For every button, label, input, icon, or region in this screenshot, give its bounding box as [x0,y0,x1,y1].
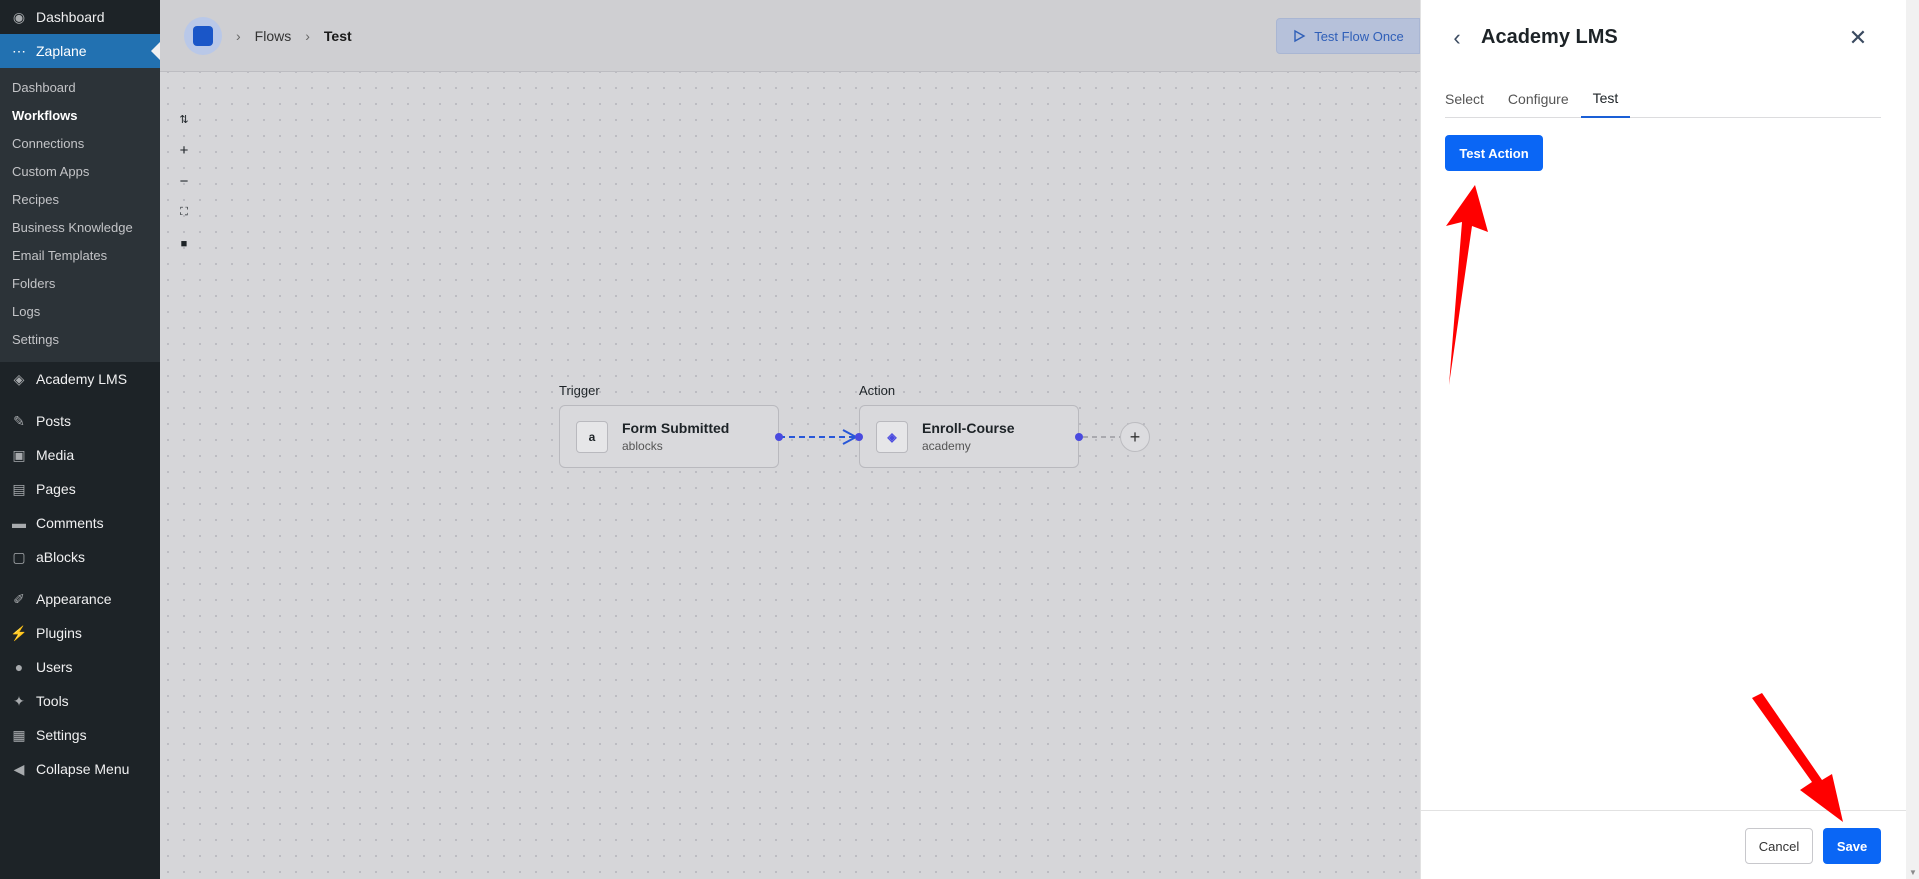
flow-topbar: › Flows › Test Test Flow Once [160,0,1420,72]
wrench-icon: ✦ [13,692,25,709]
trigger-node-title: Form Submitted [622,420,730,436]
test-flow-once-label: Test Flow Once [1314,28,1404,44]
submenu-connections[interactable]: Connections [0,130,160,158]
menu-zaplane[interactable]: ⋯ Zaplane [0,34,160,68]
submenu-recipes[interactable]: Recipes [0,186,160,214]
edge-layer [775,429,1120,445]
menu-plugins[interactable]: ⚡ Plugins [0,616,160,650]
app-logo[interactable] [184,16,222,55]
test-action-button[interactable]: Test Action [1445,135,1543,171]
trigger-label: Trigger [559,383,600,398]
menu-appearance[interactable]: ✐ Appearance [0,582,160,616]
chevron-right-icon: › [305,27,310,44]
tab-test[interactable]: Test [1580,80,1631,118]
submenu-email-templates[interactable]: Email Templates [0,242,160,270]
menu-label: Plugins [36,625,82,641]
menu-label: Academy LMS [36,371,128,387]
action-panel: ‹ Academy LMS ✕ Select Configure Test Te… [1420,0,1906,879]
ablocks-icon: a [576,420,608,453]
menu-label: Collapse Menu [36,761,130,777]
panel-footer: Cancel Save [1421,810,1906,879]
breadcrumb-current: Test [323,27,352,44]
menu-collapse[interactable]: ◀ Collapse Menu [0,752,160,786]
submenu-workflows[interactable]: Workflows [0,102,160,130]
menu-comments[interactable]: ▬ Comments [0,506,160,540]
lock-icon[interactable]: ■ [172,228,196,259]
dashboard-icon: ◉ [12,8,26,25]
academy-icon: ◈ [876,420,908,453]
trigger-node[interactable]: a Form Submitted ablocks [559,405,779,468]
chevron-right-icon: › [236,27,241,44]
canvas-toolbar: ⇅ + − ⛶ ■ [172,104,196,259]
menu-settings[interactable]: ▦ Settings [0,718,160,752]
menu-label: Pages [36,481,76,497]
save-button[interactable]: Save [1823,828,1881,864]
ablocks-icon: ▢ [12,548,26,565]
media-icon: ▣ [12,446,26,463]
action-node-title: Enroll-Course [922,420,1015,436]
submenu-logs[interactable]: Logs [0,298,160,326]
action-node-subtitle: academy [922,439,971,453]
logo-mark-icon [193,25,213,46]
admin-sidebar: ◉ Dashboard ⋯ Zaplane Dashboard Workflow… [0,0,160,879]
arrange-icon[interactable]: ⇅ [172,104,196,135]
academy-icon: ◈ [13,370,25,387]
zoom-in-icon[interactable]: + [172,135,196,166]
pin-icon: ✎ [13,412,25,429]
add-step-button[interactable]: + [1120,422,1150,452]
action-label: Action [859,383,896,398]
cancel-button[interactable]: Cancel [1745,828,1813,864]
menu-academy-lms[interactable]: ◈ Academy LMS [0,362,160,396]
test-flow-once-button[interactable]: Test Flow Once [1276,18,1420,54]
menu-users[interactable]: ● Users [0,650,160,684]
submenu-custom-apps[interactable]: Custom Apps [0,158,160,186]
panel-tabs: Select Configure Test [1445,80,1881,118]
menu-label: Appearance [36,591,112,607]
submenu-dashboard[interactable]: Dashboard [0,74,160,102]
play-icon [1294,29,1306,43]
zaplane-submenu: Dashboard Workflows Connections Custom A… [0,68,160,362]
submenu-business-knowledge[interactable]: Business Knowledge [0,214,160,242]
menu-label: Comments [36,515,104,531]
flow-canvas[interactable]: › Flows › Test Test Flow Once ⇅ + − ⛶ ■ … [160,0,1420,879]
collapse-icon: ◀ [13,760,25,777]
edge-arrowhead [842,429,859,445]
zaplane-icon: ⋯ [12,42,26,59]
page-scrollbar[interactable]: ▼ [1906,0,1919,879]
tab-configure[interactable]: Configure [1496,80,1581,118]
menu-label: Dashboard [36,9,105,25]
close-icon[interactable]: ✕ [1846,24,1870,52]
menu-label: Users [36,659,73,675]
user-icon: ● [14,659,24,675]
menu-ablocks[interactable]: ▢ aBlocks [0,540,160,574]
zoom-out-icon[interactable]: − [172,166,196,197]
scroll-down-icon[interactable]: ▼ [1909,868,1917,877]
panel-title: Academy LMS [1481,26,1618,48]
fit-view-icon[interactable]: ⛶ [172,197,196,228]
brush-icon: ✐ [13,590,25,607]
chevron-left-icon[interactable]: ‹ [1445,24,1469,52]
menu-label: Settings [36,727,87,743]
comment-icon: ▬ [12,515,26,531]
tab-select[interactable]: Select [1445,80,1496,118]
submenu-folders[interactable]: Folders [0,270,160,298]
menu-tools[interactable]: ✦ Tools [0,684,160,718]
menu-label: Media [36,447,75,463]
trigger-node-subtitle: ablocks [622,439,663,453]
submenu-settings[interactable]: Settings [0,326,160,354]
action-node[interactable]: ◈ Enroll-Course academy [859,405,1079,468]
menu-label: aBlocks [36,549,86,565]
settings-icon: ▦ [12,726,26,743]
menu-label: Posts [36,413,72,429]
menu-pages[interactable]: ▤ Pages [0,472,160,506]
menu-label: Tools [36,693,69,709]
menu-media[interactable]: ▣ Media [0,438,160,472]
plug-icon: ⚡ [10,624,28,641]
breadcrumb-flows[interactable]: Flows [255,28,292,44]
menu-dashboard[interactable]: ◉ Dashboard [0,0,160,34]
menu-posts[interactable]: ✎ Posts [0,404,160,438]
pages-icon: ▤ [12,480,26,497]
menu-label: Zaplane [36,43,87,59]
